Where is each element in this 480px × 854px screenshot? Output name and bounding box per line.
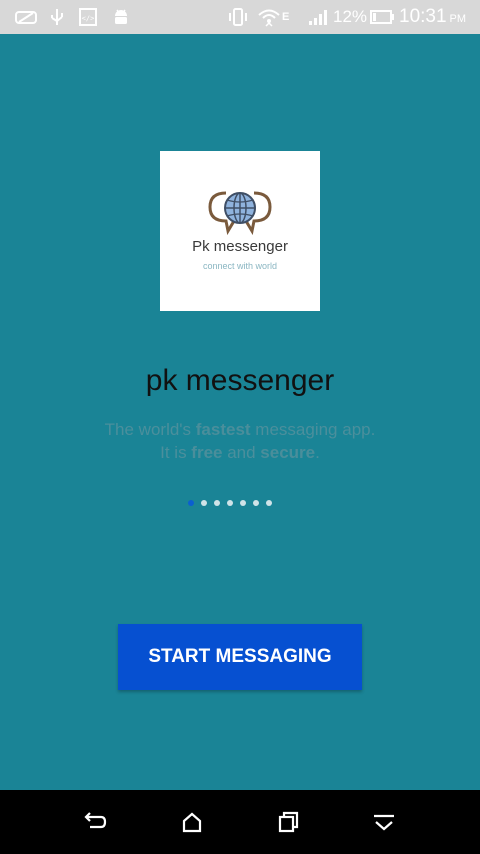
description-text: messaging app. [250, 420, 376, 439]
back-icon[interactable] [77, 804, 113, 840]
page-indicator-dot[interactable] [214, 500, 220, 506]
page-indicator-dot[interactable] [253, 500, 259, 506]
description-text: and [222, 443, 261, 462]
usb-icon [46, 0, 68, 34]
home-icon[interactable] [174, 804, 210, 840]
navigation-bar [0, 790, 480, 854]
description-line-1: The world's fastest messaging app. [0, 418, 480, 441]
logo-title: Pk messenger [192, 238, 288, 255]
vibrate-icon [226, 0, 250, 34]
logo-tagline: connect with world [202, 261, 278, 271]
description-emphasis: secure [260, 443, 316, 462]
page-indicator-dot[interactable] [227, 500, 233, 506]
clock: 10:31 PM [399, 0, 466, 34]
page-indicator-dot[interactable] [240, 500, 246, 506]
status-bar: </> E 12% 10:31 PM [0, 0, 480, 34]
vr-icon [12, 0, 40, 34]
signal-icon [306, 0, 330, 34]
description-text: The world's [104, 420, 196, 439]
page-indicator-dot[interactable] [201, 500, 207, 506]
clock-time: 10:31 [399, 6, 447, 27]
page-indicator-dot[interactable] [266, 500, 272, 506]
intro-screen: Pk messenger connect with world pk messe… [0, 34, 480, 790]
recents-icon[interactable] [270, 804, 306, 840]
start-messaging-button[interactable]: START MESSAGING [118, 624, 362, 690]
description-text: It is [160, 443, 192, 462]
description-line-2: It is free and secure. [0, 441, 480, 464]
globe-chat-icon [208, 191, 272, 235]
developer-icon: </> [77, 0, 99, 34]
network-type-label: E [282, 11, 290, 23]
clock-ampm: PM [449, 13, 467, 25]
battery-icon [368, 0, 396, 34]
hide-keyboard-icon[interactable] [366, 804, 402, 840]
page-indicator[interactable] [188, 500, 272, 506]
intro-description: The world's fastest messaging app. It is… [0, 418, 480, 464]
page-indicator-dot[interactable] [188, 500, 194, 506]
svg-text:</>: </> [82, 15, 95, 23]
android-icon [110, 0, 132, 34]
wifi-icon [256, 0, 282, 34]
description-emphasis: free [191, 443, 223, 462]
description-emphasis: fastest [195, 420, 251, 439]
app-logo: Pk messenger connect with world [160, 151, 320, 311]
page-title: pk messenger [145, 364, 335, 397]
battery-percent: 12% [333, 7, 368, 26]
description-text: . [315, 443, 320, 462]
